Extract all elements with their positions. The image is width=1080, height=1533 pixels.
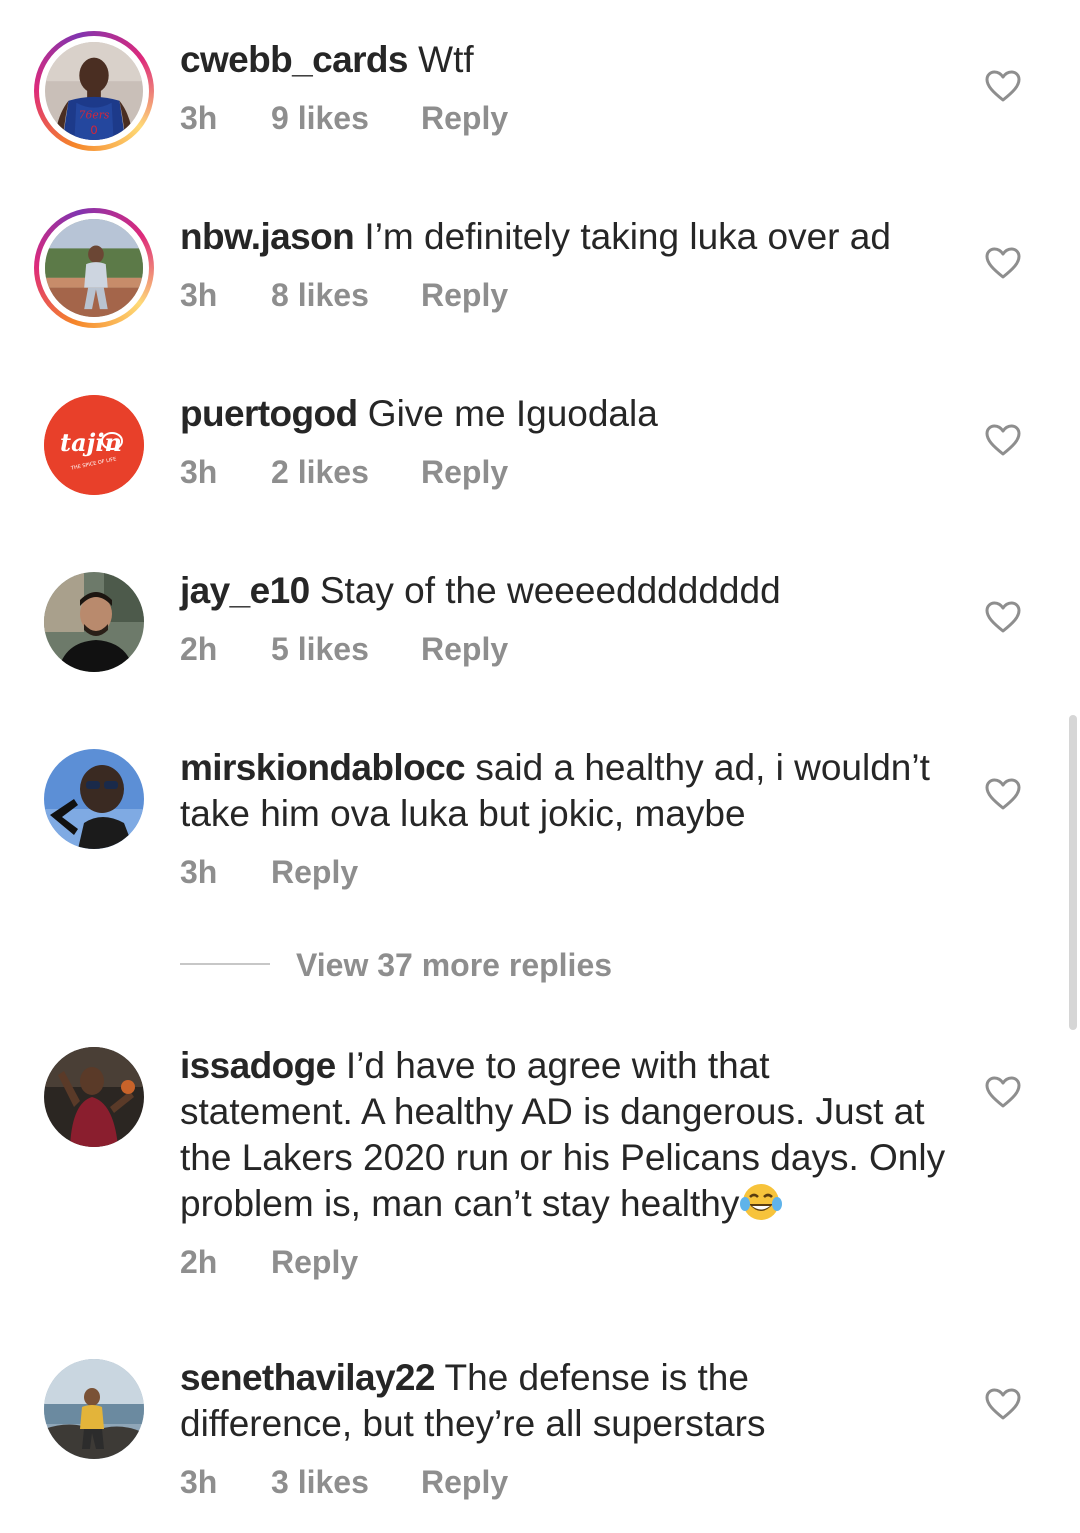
comment-text: nbw.jason I’m definitely taking luka ove… bbox=[180, 214, 970, 260]
username[interactable]: jay_e10 bbox=[180, 570, 310, 611]
basketball-player-avatar bbox=[44, 1047, 144, 1147]
reply-button[interactable]: Reply bbox=[421, 275, 508, 315]
timestamp: 3h bbox=[180, 100, 218, 136]
username[interactable]: puertogod bbox=[180, 393, 358, 434]
comment-text: jay_e10 Stay of the weeeedddddddd bbox=[180, 568, 970, 614]
avatar[interactable]: tajin THE SPICE OF LIFE bbox=[34, 385, 154, 505]
likes-count[interactable]: 9 likes bbox=[271, 98, 369, 138]
username[interactable]: mirskiondablocc bbox=[180, 747, 466, 788]
heart-icon[interactable] bbox=[985, 247, 1021, 279]
timestamp: 2h bbox=[180, 631, 218, 667]
username[interactable]: cwebb_cards bbox=[180, 39, 408, 80]
laughing-crying-emoji-icon bbox=[739, 1182, 783, 1222]
comment-text: mirskiondablocc said a healthy ad, i wou… bbox=[180, 745, 970, 837]
timestamp: 3h bbox=[180, 454, 218, 490]
heart-icon[interactable] bbox=[985, 601, 1021, 633]
comment-body: Stay of the weeeedddddddd bbox=[319, 570, 781, 611]
reply-button[interactable]: Reply bbox=[421, 629, 508, 669]
reply-button[interactable]: Reply bbox=[421, 98, 508, 138]
heart-icon[interactable] bbox=[985, 1076, 1021, 1108]
heart-icon[interactable] bbox=[985, 1388, 1021, 1420]
username[interactable]: senethavilay22 bbox=[180, 1357, 435, 1398]
heart-icon[interactable] bbox=[985, 70, 1021, 102]
avatar[interactable] bbox=[34, 1037, 154, 1157]
reply-button[interactable]: Reply bbox=[271, 852, 358, 892]
svg-text:76ers: 76ers bbox=[79, 108, 110, 121]
replies-divider-line bbox=[180, 963, 270, 965]
avatar[interactable] bbox=[34, 1349, 154, 1469]
comment-body: Give me Iguodala bbox=[367, 393, 658, 434]
likes-count[interactable]: 8 likes bbox=[271, 275, 369, 315]
outdoor-photo-avatar bbox=[45, 219, 143, 317]
avatar[interactable]: 76ers 0 bbox=[34, 31, 154, 151]
comment-text: senethavilay22 The defense is the differ… bbox=[180, 1355, 820, 1447]
reply-button[interactable]: Reply bbox=[421, 1462, 508, 1502]
reply-button[interactable]: Reply bbox=[271, 1242, 358, 1282]
timestamp: 3h bbox=[180, 277, 218, 313]
tajin-logo-avatar: tajin THE SPICE OF LIFE bbox=[44, 395, 144, 495]
sky-selfie-avatar bbox=[44, 749, 144, 849]
avatar[interactable] bbox=[34, 562, 154, 682]
timestamp: 2h bbox=[180, 1244, 218, 1280]
heart-icon[interactable] bbox=[985, 778, 1021, 810]
likes-count[interactable]: 5 likes bbox=[271, 629, 369, 669]
username[interactable]: nbw.jason bbox=[180, 216, 355, 257]
username[interactable]: issadoge bbox=[180, 1045, 336, 1086]
comment-body: Wtf bbox=[418, 39, 474, 80]
scrollbar[interactable] bbox=[1069, 715, 1077, 1030]
comment-text: cwebb_cards Wtf bbox=[180, 37, 970, 83]
reply-button[interactable]: Reply bbox=[421, 452, 508, 492]
comment-text: issadoge I’d have to agree with that sta… bbox=[180, 1043, 950, 1227]
likes-count[interactable]: 2 likes bbox=[271, 452, 369, 492]
avatar[interactable] bbox=[34, 208, 154, 328]
comment-body: I’m definitely taking luka over ad bbox=[364, 216, 891, 257]
avatar[interactable] bbox=[34, 739, 154, 859]
svg-text:0: 0 bbox=[90, 123, 97, 137]
jersey-player-avatar: 76ers 0 bbox=[45, 42, 143, 140]
beach-photo-avatar bbox=[44, 1359, 144, 1459]
timestamp: 3h bbox=[180, 1464, 218, 1500]
timestamp: 3h bbox=[180, 854, 218, 890]
man-portrait-avatar bbox=[44, 572, 144, 672]
likes-count[interactable]: 3 likes bbox=[271, 1462, 369, 1502]
view-more-replies-label[interactable]: View 37 more replies bbox=[296, 945, 612, 985]
heart-icon[interactable] bbox=[985, 424, 1021, 456]
comment-text: puertogod Give me Iguodala bbox=[180, 391, 970, 437]
